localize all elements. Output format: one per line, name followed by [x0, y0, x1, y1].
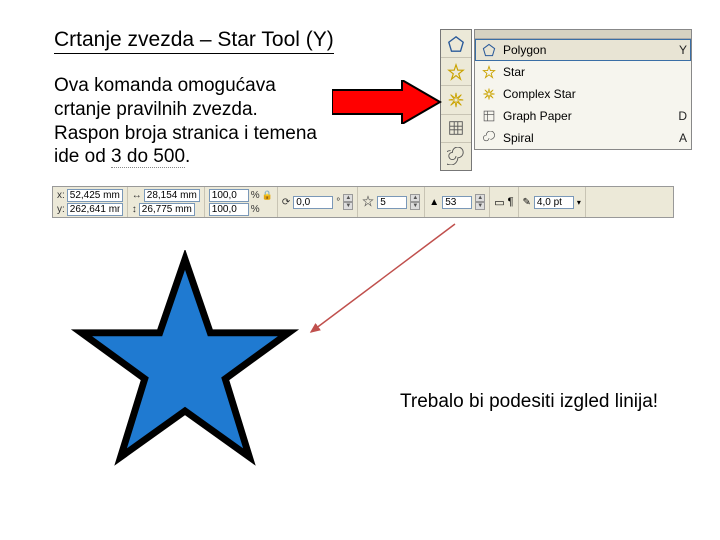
behind-icon[interactable]: ▭ — [494, 196, 504, 209]
graph-paper-icon — [479, 109, 499, 123]
toolbox-btn-graph-paper[interactable] — [441, 115, 471, 143]
page-title: Crtanje zvezda – Star Tool (Y) — [54, 28, 334, 54]
graph-paper-icon — [447, 119, 465, 137]
flyout-label: Spiral — [499, 131, 669, 145]
height-input[interactable] — [139, 203, 195, 216]
points-spinner[interactable]: ▲▼ — [410, 194, 420, 210]
sharpness-icon: ▲ — [429, 197, 439, 208]
misc-group: ▭ ¶ — [490, 187, 518, 217]
red-arrow — [332, 80, 442, 124]
flyout-item-polygon[interactable]: Polygon Y — [475, 39, 691, 61]
desc-after: . — [185, 146, 190, 167]
width-icon: ↔ — [132, 190, 142, 201]
description: Ova komanda omogućava crtanje pravilnih … — [54, 74, 324, 169]
property-bar: x: y: ↔ ↕ %🔒 % ⟳ ° ▲▼ ▲▼ ▲ ▲▼ ▭ ¶ ✎ ▾ — [52, 186, 674, 218]
flyout-label: Polygon — [499, 43, 669, 57]
complex-star-icon — [479, 87, 499, 101]
flyout-key: A — [669, 131, 687, 145]
sharpness-group: ▲ ▲▼ — [425, 187, 490, 217]
toolbox-btn-star[interactable] — [441, 58, 471, 86]
toolbox — [440, 29, 472, 171]
title-key: Y — [313, 28, 327, 51]
flyout-item-star[interactable]: Star — [475, 61, 691, 83]
deg-label: ° — [336, 197, 340, 208]
complex-star-icon — [447, 91, 465, 109]
flyout-item-complex-star[interactable]: Complex Star — [475, 83, 691, 105]
flyout-titlebar — [475, 30, 691, 39]
scale-x-input[interactable] — [209, 189, 249, 202]
flyout-key: Y — [669, 43, 687, 57]
height-icon: ↕ — [132, 204, 137, 215]
thin-arrow — [305, 220, 465, 340]
desc-range: 3 do 500 — [111, 146, 185, 168]
star-points-icon — [362, 195, 374, 210]
pos-group: x: y: — [53, 187, 128, 217]
shape-flyout: Polygon Y Star Complex Star Graph Paper … — [474, 29, 692, 150]
flyout-key: D — [669, 109, 687, 123]
y-label: y: — [57, 204, 65, 215]
width-input[interactable] — [144, 189, 200, 202]
outline-input[interactable] — [534, 196, 574, 209]
flyout-item-spiral[interactable]: Spiral A — [475, 127, 691, 149]
x-input[interactable] — [67, 189, 123, 202]
toolbox-btn-complex-star[interactable] — [441, 86, 471, 114]
star-icon — [447, 63, 465, 81]
rotate-icon: ⟳ — [282, 197, 290, 208]
lock-icon[interactable]: 🔒 — [262, 190, 273, 201]
x-label: x: — [57, 190, 65, 201]
toolbox-btn-polygon[interactable] — [441, 30, 471, 58]
flyout-label: Complex Star — [499, 87, 669, 101]
polygon-icon — [479, 43, 499, 57]
sharpness-input[interactable] — [442, 196, 472, 209]
star-icon — [479, 65, 499, 79]
polygon-icon — [447, 35, 465, 53]
note-text: Trebalo bi podesiti izgled linija! — [400, 390, 660, 414]
flyout-label: Star — [499, 65, 669, 79]
title-text: Crtanje zvezda – Star Tool ( — [54, 28, 313, 51]
y-input[interactable] — [67, 203, 123, 216]
spiral-icon — [479, 131, 499, 145]
flyout-item-graph-paper[interactable]: Graph Paper D — [475, 105, 691, 127]
points-input[interactable] — [377, 196, 407, 209]
flyout-label: Graph Paper — [499, 109, 669, 123]
scale-y-input[interactable] — [209, 203, 249, 216]
title-close: ) — [327, 28, 334, 51]
wrap-icon[interactable]: ¶ — [508, 196, 514, 208]
pct-label: % — [251, 190, 260, 201]
size-group: ↔ ↕ — [128, 187, 205, 217]
spiral-icon — [447, 147, 465, 165]
star-shape — [70, 250, 300, 480]
rotation-input[interactable] — [293, 196, 333, 209]
points-group: ▲▼ — [358, 187, 425, 217]
toolbox-btn-spiral[interactable] — [441, 143, 471, 170]
rotation-group: ⟳ ° ▲▼ — [278, 187, 358, 217]
pen-icon: ✎ — [523, 197, 531, 208]
sharpness-spinner[interactable]: ▲▼ — [475, 194, 485, 210]
rotation-spinner[interactable]: ▲▼ — [343, 194, 353, 210]
scale-group: %🔒 % — [205, 187, 278, 217]
dropdown-icon[interactable]: ▾ — [577, 198, 581, 207]
outline-group: ✎ ▾ — [519, 187, 586, 217]
